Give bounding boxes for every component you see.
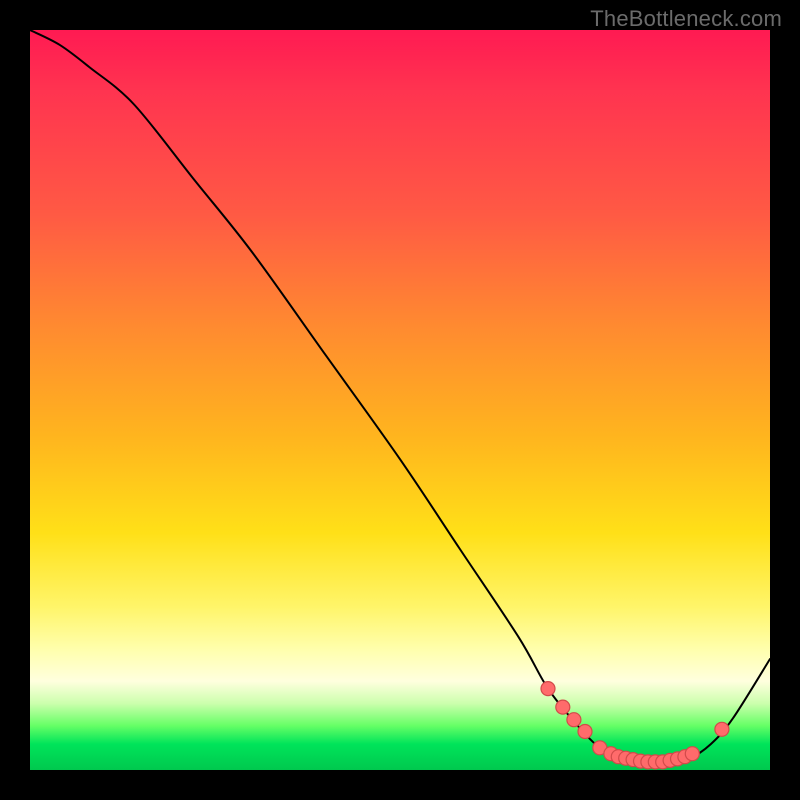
data-marker [685, 747, 699, 761]
plot-area [30, 30, 770, 770]
markers-group [541, 682, 729, 769]
data-marker [556, 700, 570, 714]
data-marker [567, 713, 581, 727]
data-marker [578, 725, 592, 739]
bottleneck-curve [30, 30, 770, 763]
data-marker [541, 682, 555, 696]
watermark-text: TheBottleneck.com [590, 6, 782, 32]
chart-frame: TheBottleneck.com [0, 0, 800, 800]
data-marker [715, 722, 729, 736]
curve-svg [30, 30, 770, 770]
